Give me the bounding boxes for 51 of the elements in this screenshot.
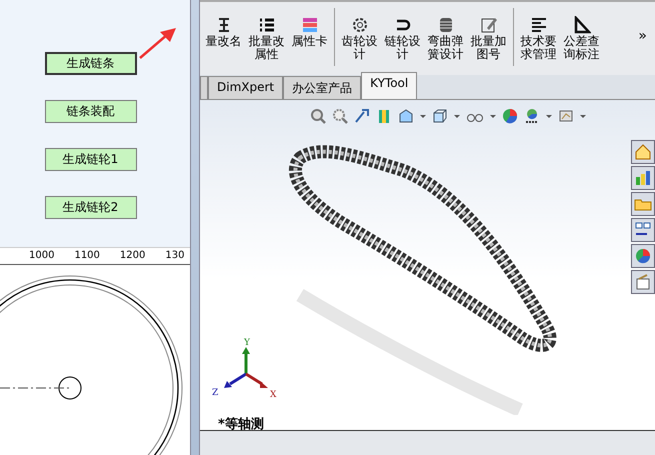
toolbar-button[interactable]: 技术要求管理 <box>517 16 560 61</box>
toolbar-button[interactable]: 批量改属性 <box>245 16 288 61</box>
cards-icon <box>300 16 318 34</box>
macro-button[interactable]: 链条装配 <box>44 100 136 123</box>
toolbar-button[interactable]: 弯曲弹簧设计 <box>424 16 467 61</box>
pointer-icon[interactable] <box>354 108 370 124</box>
tab[interactable]: KYTool <box>361 72 418 99</box>
toolbar-overflow-button[interactable]: » <box>638 28 647 44</box>
axis-label: X <box>270 390 276 400</box>
edit-icon <box>480 16 498 34</box>
list-icon <box>258 16 276 34</box>
toolbar-button[interactable]: 公差查询标注 <box>560 16 603 61</box>
clipboard-icon[interactable] <box>631 270 655 294</box>
ruler-label: 1000 <box>29 249 54 263</box>
pointer-arrow-icon <box>138 26 178 60</box>
zoom-area-icon[interactable] <box>332 108 348 124</box>
color-ball-icon[interactable] <box>502 108 518 124</box>
toolbar-button[interactable]: 量改名 <box>202 16 245 48</box>
dropdown-caret-icon[interactable] <box>546 114 552 118</box>
tab[interactable]: 办公室产品 <box>283 76 362 99</box>
toolbar-button[interactable]: 齿轮设计 <box>338 16 381 61</box>
display-icon[interactable] <box>558 108 574 124</box>
view-name-label: *等轴测 <box>218 416 265 430</box>
dropdown-caret-icon[interactable] <box>420 114 426 118</box>
ruler-label: 130 <box>165 249 186 263</box>
macro-button[interactable]: 生成链轮1 <box>44 148 136 171</box>
toolbar-button[interactable]: 链轮设计 <box>381 16 424 61</box>
toolbar-button[interactable]: 属性卡 <box>288 16 331 48</box>
chart-icon[interactable] <box>631 166 655 190</box>
folder-icon[interactable] <box>631 192 655 216</box>
macro-button[interactable]: 生成链条 <box>44 52 136 75</box>
dropdown-caret-icon[interactable] <box>580 114 586 118</box>
list-icon[interactable] <box>631 218 655 242</box>
gear-icon <box>350 16 368 34</box>
scene-icon[interactable] <box>524 108 540 124</box>
axis-label: Y <box>244 338 250 348</box>
color-icon[interactable] <box>631 244 655 268</box>
macro-button[interactable]: 生成链轮2 <box>44 196 136 219</box>
triangle-icon <box>572 16 590 34</box>
dropdown-caret-icon[interactable] <box>454 114 460 118</box>
ruler-label: 1100 <box>74 249 100 263</box>
cube-icon[interactable] <box>432 108 448 124</box>
text-lines-icon <box>530 16 548 34</box>
zoom-icon[interactable] <box>310 108 326 124</box>
tab[interactable]: DimXpert <box>208 76 284 99</box>
ruler-label: 1200 <box>120 249 146 263</box>
view-orientation-icon[interactable] <box>398 108 414 124</box>
toolbar-button[interactable]: 批量加图号 <box>467 16 510 61</box>
home-icon[interactable] <box>631 140 655 164</box>
axis-label: Z <box>212 388 218 398</box>
dropdown-caret-icon[interactable] <box>490 114 496 118</box>
